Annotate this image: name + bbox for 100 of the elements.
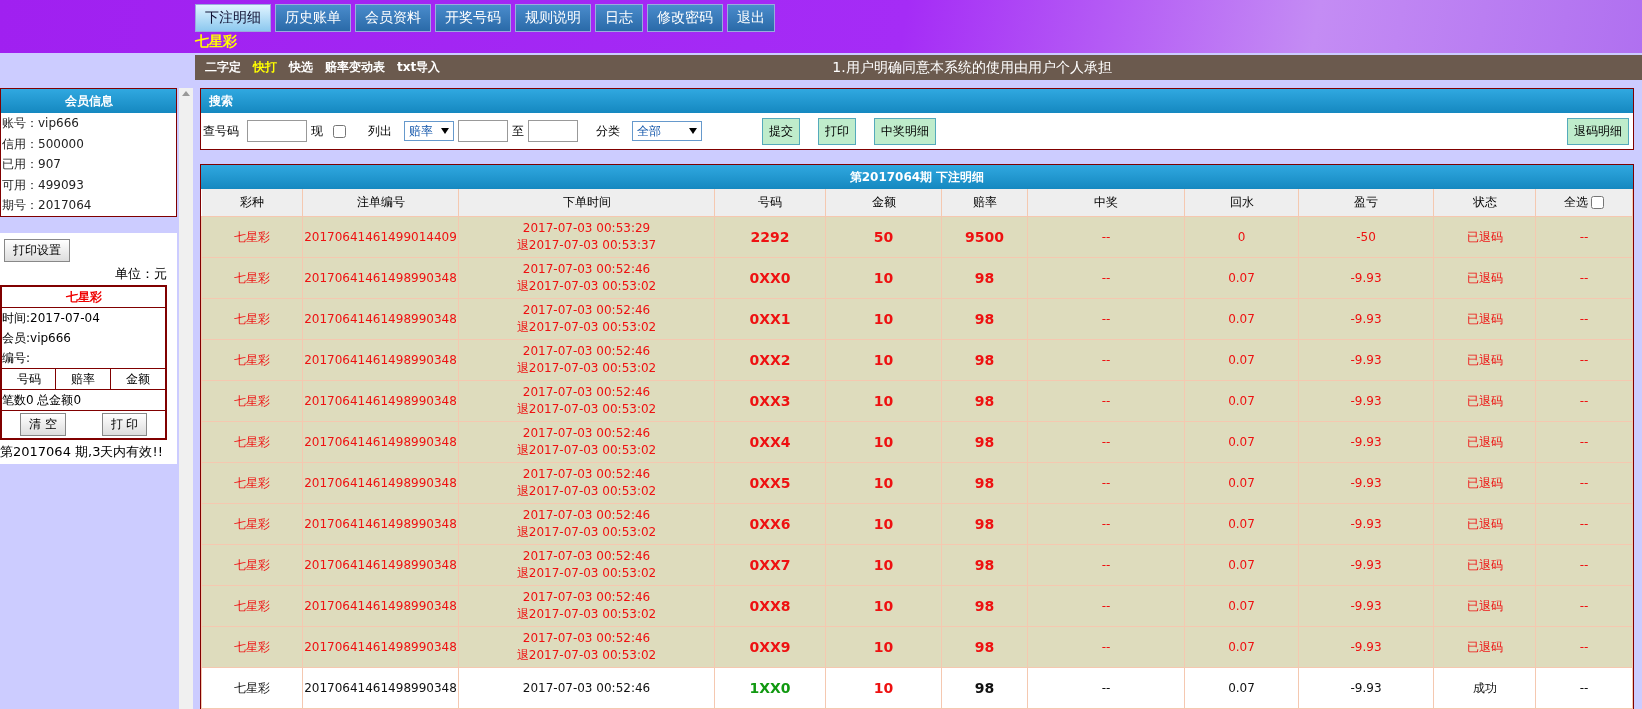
- sub-nav-link[interactable]: 赔率变动表: [325, 59, 385, 76]
- table-cell: 七星彩: [201, 380, 303, 422]
- table-cell: 10: [825, 544, 942, 586]
- ticket-field: 时间:2017-07-04: [2, 307, 166, 328]
- table-cell: 0XX3: [714, 380, 826, 422]
- nav-tab[interactable]: 会员资料: [355, 4, 431, 32]
- column-header: 中奖: [1027, 189, 1185, 217]
- table-cell: 20170641461498990348: [302, 626, 459, 668]
- nav-tab[interactable]: 历史账单: [275, 4, 351, 32]
- table-cell: --: [1535, 339, 1633, 381]
- search-button[interactable]: 打印: [818, 117, 856, 145]
- table-cell: -9.93: [1298, 626, 1434, 668]
- number-field[interactable]: [247, 120, 307, 142]
- table-cell: --: [1027, 421, 1185, 463]
- table-cell: 已退码: [1433, 462, 1536, 504]
- table-cell: 0XX4: [714, 421, 826, 463]
- print-settings-button[interactable]: 打印设置: [4, 238, 70, 262]
- table-cell: --: [1027, 544, 1185, 586]
- table-cell: 0.07: [1184, 503, 1299, 545]
- table-cell: 0.07: [1184, 626, 1299, 668]
- table-cell: 10: [825, 421, 942, 463]
- table-cell: -9.93: [1298, 421, 1434, 463]
- table-cell: 9500: [941, 216, 1028, 258]
- table-cell: --: [1535, 421, 1633, 463]
- column-header: 号码: [714, 189, 826, 217]
- table-cell: 0: [1184, 216, 1299, 258]
- sub-nav-link[interactable]: 快选: [289, 59, 313, 76]
- notice-text: 1.用户明确同意本系统的使用由用户个人承担: [832, 58, 1112, 77]
- table-cell: -9.93: [1298, 667, 1434, 709]
- table-cell: --: [1535, 667, 1633, 709]
- info-field: 账号：vip666: [1, 113, 177, 134]
- field-label: 列出: [368, 122, 392, 140]
- table-cell: 已退码: [1433, 380, 1536, 422]
- table-cell: --: [1535, 626, 1633, 668]
- nav-tab[interactable]: 规则说明: [515, 4, 591, 32]
- sub-nav-link[interactable]: 二字定: [205, 59, 241, 76]
- ticket-field: 会员:vip666: [2, 327, 166, 348]
- table-cell: --: [1535, 585, 1633, 627]
- panel-title: 第2017064期 下注明细: [201, 165, 1633, 189]
- table-cell: 2017-07-03 00:52:46: [458, 667, 715, 709]
- refund-detail-button[interactable]: 退码明细: [1567, 117, 1629, 145]
- scrollbar[interactable]: [179, 88, 193, 709]
- list-select[interactable]: 赔率: [404, 121, 454, 141]
- ticket-column: 金额: [110, 368, 166, 389]
- table-cell: 20170641461498990348: [302, 667, 459, 709]
- caret-icon: [441, 128, 449, 134]
- table-cell: --: [1027, 380, 1185, 422]
- table-cell: 0.07: [1184, 380, 1299, 422]
- table-cell: 98: [941, 462, 1028, 504]
- ticket-button[interactable]: 打 印: [101, 412, 148, 436]
- table-cell: 20170641461498990348: [302, 503, 459, 545]
- table-cell: 0.07: [1184, 421, 1299, 463]
- table-cell: 2017-07-03 00:52:46 退2017-07-03 00:53:02: [458, 503, 715, 545]
- table-cell: 20170641461499014409: [302, 216, 459, 258]
- nav-tab[interactable]: 退出: [727, 4, 775, 32]
- nav-tab[interactable]: 开奖号码: [435, 4, 511, 32]
- table-cell: 10: [825, 585, 942, 627]
- table-cell: 2017-07-03 00:52:46 退2017-07-03 00:53:02: [458, 339, 715, 381]
- table-cell: 0XX0: [714, 257, 826, 299]
- range-to-field[interactable]: [528, 120, 578, 142]
- table-cell: 0.07: [1184, 257, 1299, 299]
- ticket-button[interactable]: 清 空: [19, 412, 66, 436]
- category-select[interactable]: 全部: [632, 121, 702, 141]
- table-cell: 10: [825, 626, 942, 668]
- scroll-up-icon[interactable]: [182, 91, 191, 96]
- table-cell: 七星彩: [201, 298, 303, 340]
- search-button[interactable]: 提交: [762, 117, 800, 145]
- column-header: 回水: [1184, 189, 1299, 217]
- panel-title: 会员信息: [1, 89, 177, 113]
- column-header: 下单时间: [458, 189, 715, 217]
- nav-tab[interactable]: 下注明细: [195, 4, 271, 32]
- table-cell: 七星彩: [201, 216, 303, 258]
- info-field: 已用：907: [1, 154, 177, 175]
- table-cell: 20170641461498990348: [302, 544, 459, 586]
- table-cell: 0.07: [1184, 544, 1299, 586]
- nav-tab[interactable]: 日志: [595, 4, 643, 32]
- sub-nav-link[interactable]: 快打: [253, 59, 277, 76]
- table-cell: --: [1027, 626, 1185, 668]
- table-cell: --: [1535, 257, 1633, 299]
- ticket-field: 编号:: [2, 347, 166, 369]
- table-cell: 10: [825, 667, 942, 709]
- table-cell: --: [1535, 544, 1633, 586]
- show-checkbox[interactable]: [333, 124, 346, 138]
- ticket-column: 号码: [2, 368, 57, 389]
- table-cell: --: [1027, 585, 1185, 627]
- table-cell: 10: [825, 298, 942, 340]
- sub-nav-link[interactable]: txt导入: [397, 59, 441, 76]
- table-cell: 2017-07-03 00:52:46 退2017-07-03 00:53:02: [458, 626, 715, 668]
- select-all-checkbox[interactable]: [1591, 196, 1605, 209]
- table-cell: 七星彩: [201, 462, 303, 504]
- search-button[interactable]: 中奖明细: [874, 117, 936, 145]
- table-cell: 已退码: [1433, 298, 1536, 340]
- validity-note: 第2017064 期,3天内有效!!: [0, 442, 164, 461]
- range-from-field[interactable]: [458, 120, 508, 142]
- table-cell: 七星彩: [201, 544, 303, 586]
- table-cell: 0.07: [1184, 298, 1299, 340]
- table-cell: 98: [941, 626, 1028, 668]
- info-field: 可用：499093: [1, 174, 177, 195]
- nav-tab[interactable]: 修改密码: [647, 4, 723, 32]
- table-cell: -9.93: [1298, 257, 1434, 299]
